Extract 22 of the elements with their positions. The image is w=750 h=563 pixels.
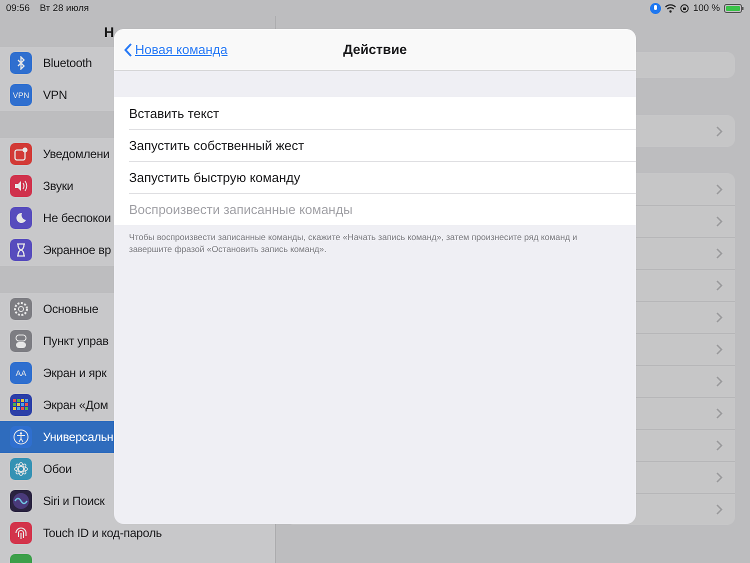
sidebar-item-label: Siri и Поиск — [43, 494, 105, 508]
sidebar-item-label: Экран «Дом — [43, 398, 108, 412]
status-date: Вт 28 июля — [40, 2, 89, 14]
sidebar-item-label: Экранное вр — [43, 243, 112, 257]
sidebar-item-label: Bluetooth — [43, 56, 92, 70]
sidebar-item-label: Уведомлени — [43, 147, 110, 161]
sidebar-item-label: Экран и ярк — [43, 366, 106, 380]
status-time: 09:56 — [6, 2, 30, 14]
sidebar-item-label: VPN — [43, 88, 68, 102]
icon-text: VPN — [12, 90, 30, 100]
sidebar-item-label: Touch ID и код-пароль — [43, 526, 162, 540]
battery-percent: 100 % — [693, 2, 720, 14]
sidebar-item-label: Не беспокои — [43, 211, 111, 225]
sidebar-title: Н — [104, 24, 114, 40]
sidebar-item-label: Пункт управ — [43, 334, 108, 348]
sidebar-item-label: Основные — [43, 302, 98, 316]
sidebar-item-label: Обои — [43, 462, 72, 476]
footer-note: Чтобы воспроизвести записанные команды, скажите «Начать запись команд», затем произнесите ряд команд и завершите фразой «Остановить запись команд». — [129, 231, 578, 255]
sidebar-item-label: Универсальн — [43, 430, 114, 444]
modal-title: Действие — [343, 42, 407, 57]
icon-text: AA — [16, 368, 26, 378]
sidebar-item-label: Звуки — [43, 179, 74, 193]
